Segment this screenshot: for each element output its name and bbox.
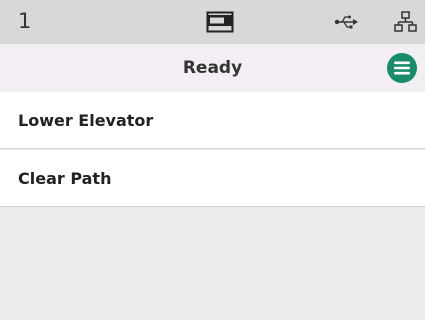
list-item-lower-elevator[interactable]: Lower Elevator xyxy=(0,92,425,149)
list-item-label: Clear Path xyxy=(18,169,112,188)
menu-icon xyxy=(394,61,410,75)
scanner-icon xyxy=(206,11,234,33)
network-icon xyxy=(394,10,418,34)
list-item-label: Lower Elevator xyxy=(18,111,154,130)
scanner-screen: 1 Ready Lower Elevator Clear Path xyxy=(0,0,425,320)
title-bar: Ready xyxy=(0,44,425,92)
status-bar: 1 xyxy=(0,0,425,44)
status-number: 1 xyxy=(18,9,32,33)
usb-icon xyxy=(334,14,358,30)
list-item-clear-path[interactable]: Clear Path xyxy=(0,150,425,207)
page-title: Ready xyxy=(182,58,243,78)
menu-button[interactable] xyxy=(387,53,417,83)
